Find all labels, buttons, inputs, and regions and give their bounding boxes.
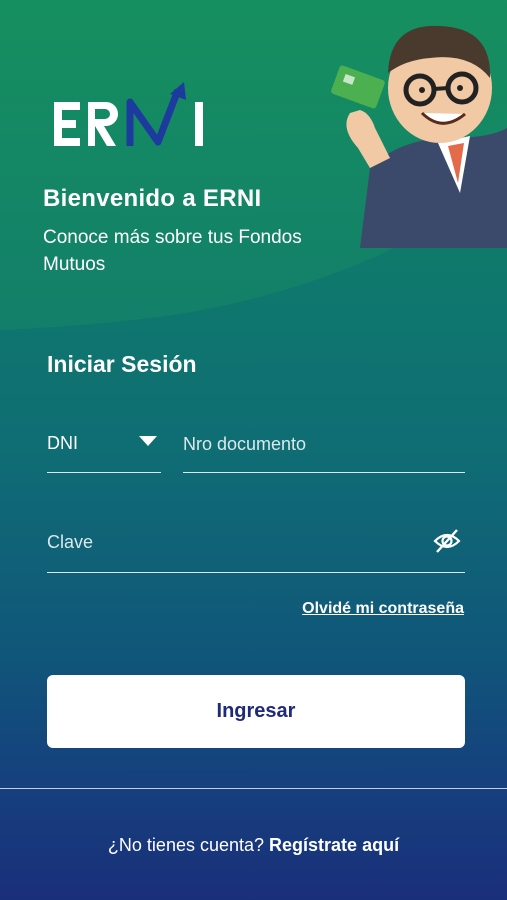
document-number-input[interactable] <box>183 430 465 458</box>
document-type-select[interactable]: DNI <box>47 420 161 473</box>
mascot-illustration <box>331 25 507 248</box>
erni-logo <box>54 82 203 146</box>
welcome-subtitle: Conoce más sobre tus Fondos Mutuos <box>43 227 302 275</box>
register-link[interactable]: Regístrate aquí <box>269 835 399 855</box>
register-prompt: ¿No tienes cuenta? <box>107 835 265 855</box>
document-number-field <box>183 420 465 473</box>
login-title: Iniciar Sesión <box>47 351 197 377</box>
welcome-title: Bienvenido a ERNI <box>43 185 262 212</box>
document-type-value: DNI <box>47 433 78 453</box>
login-button[interactable]: Ingresar <box>47 675 465 748</box>
register-prompt-line: ¿No tienes cuenta? Regístrate aquí <box>0 835 507 856</box>
password-field <box>47 518 465 573</box>
footer: ¿No tienes cuenta? Regístrate aquí <box>0 788 507 900</box>
forgot-password-link[interactable]: Olvidé mi contraseña <box>302 600 464 618</box>
caret-down-icon <box>139 436 157 446</box>
login-screen: Bienvenido a ERNI Conoce más sobre tus F… <box>0 0 507 900</box>
eye-off-icon[interactable] <box>433 528 461 554</box>
password-input[interactable] <box>47 528 417 556</box>
